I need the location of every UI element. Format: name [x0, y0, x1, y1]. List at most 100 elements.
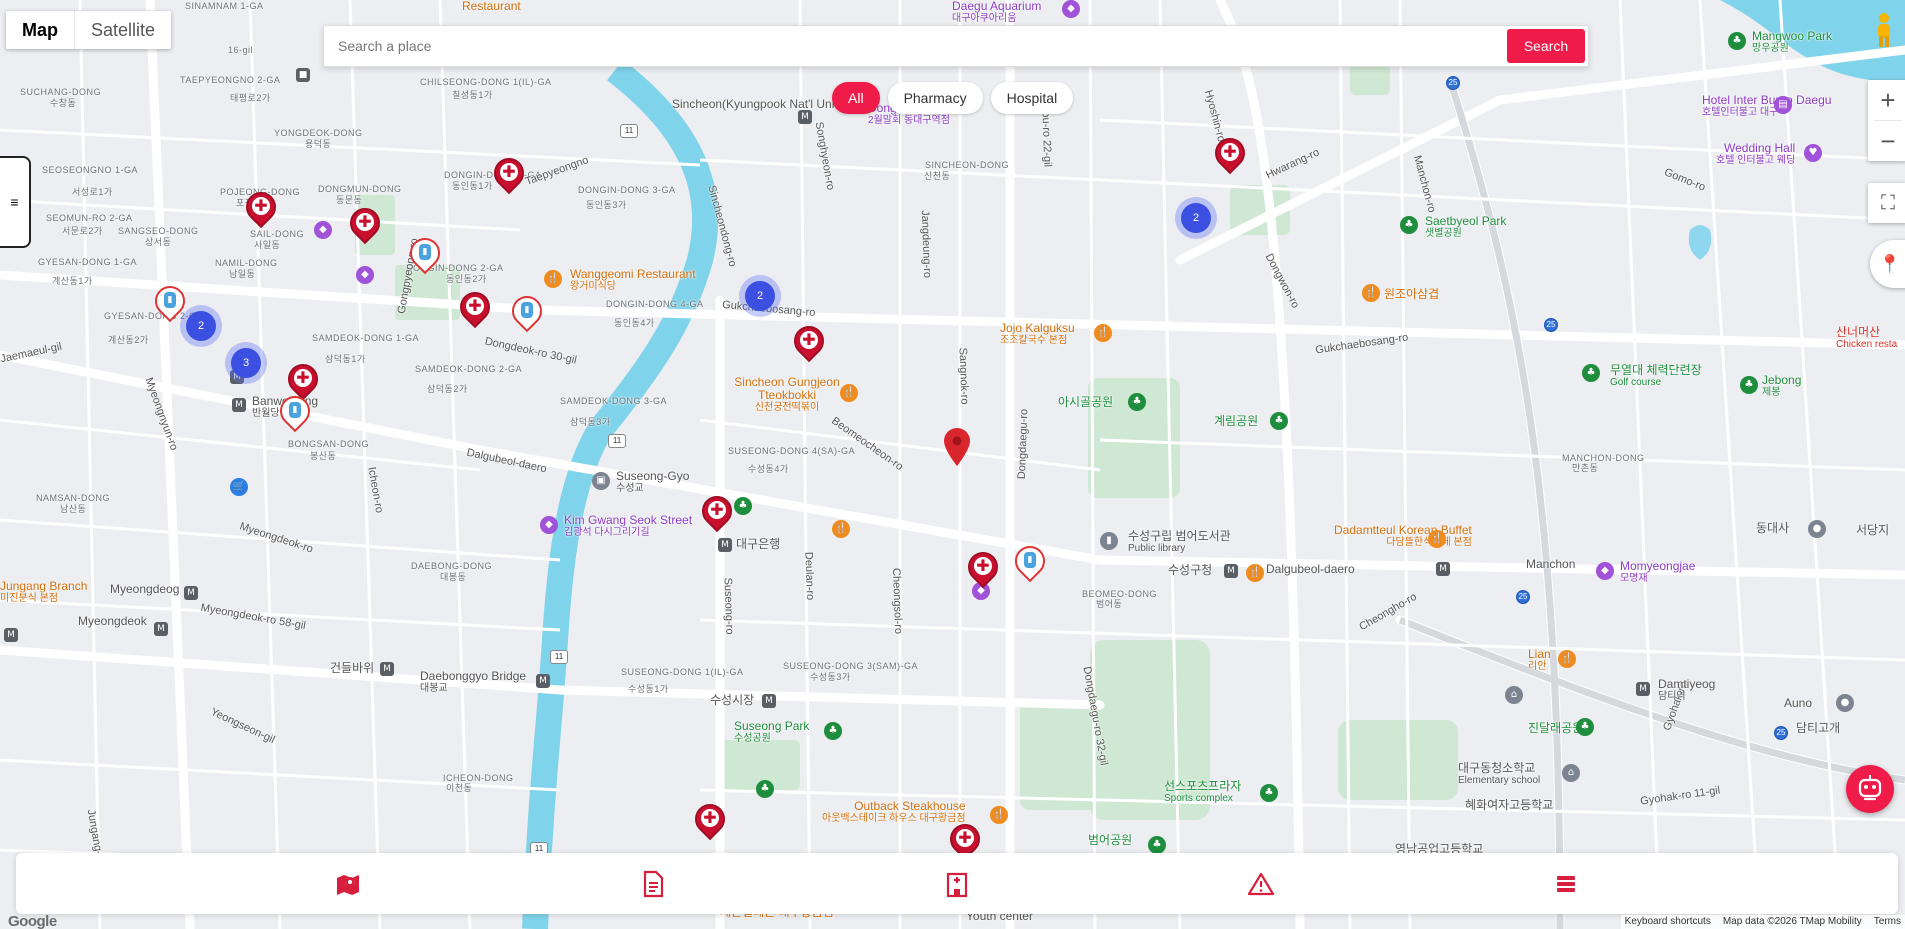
- zoom-in-button[interactable]: +: [1868, 80, 1905, 120]
- metro-icon[interactable]: M: [718, 538, 732, 552]
- poi-label[interactable]: Damtiyeog 담티역: [1658, 677, 1715, 702]
- metro-icon[interactable]: M: [762, 694, 776, 708]
- pharmacy-marker[interactable]: ▮: [1008, 539, 1052, 586]
- school-icon[interactable]: ⌂: [1562, 764, 1580, 782]
- metro-icon[interactable]: M: [536, 674, 550, 688]
- poi-label[interactable]: 진달래공원: [1528, 721, 1583, 735]
- poi-label[interactable]: 범어공원: [1088, 833, 1132, 847]
- poi-label[interactable]: 건들바위: [330, 661, 374, 675]
- park-icon[interactable]: ♣: [1400, 216, 1418, 234]
- hospital-marker[interactable]: ✚: [343, 201, 387, 248]
- terms-link[interactable]: Terms: [1874, 915, 1901, 929]
- restaurant-icon[interactable]: 🍴: [840, 384, 858, 402]
- bus-icon[interactable]: ■: [296, 68, 310, 82]
- pharmacy-marker[interactable]: ▮: [273, 389, 317, 436]
- poi-label[interactable]: Jungang Branch 미진분식 본점: [0, 579, 87, 604]
- metro-icon[interactable]: M: [1436, 562, 1450, 576]
- sidebar-toggle-button[interactable]: ≡: [0, 156, 31, 248]
- poi-label[interactable]: Daegu Aquarium 대구아쿠아리움: [952, 0, 1041, 24]
- restaurant-icon[interactable]: 🍴: [1428, 530, 1446, 548]
- nav-documents[interactable]: [623, 859, 683, 909]
- nav-map[interactable]: [318, 859, 378, 909]
- hospital-marker[interactable]: ✚: [695, 489, 739, 536]
- attraction-icon[interactable]: ◆: [356, 266, 374, 284]
- park-icon[interactable]: ♣: [734, 497, 752, 515]
- poi-label[interactable]: Daebonggyo Bridge 대봉교: [420, 669, 526, 694]
- park-icon[interactable]: ♣: [1582, 364, 1600, 382]
- metro-icon[interactable]: M: [1224, 564, 1238, 578]
- poi-label[interactable]: 서당지: [1856, 523, 1889, 537]
- poi-label[interactable]: 계림공원: [1214, 414, 1258, 428]
- marker-cluster[interactable]: 2: [186, 311, 216, 341]
- hospital-marker[interactable]: ✚: [239, 185, 283, 232]
- park-icon[interactable]: ♣: [824, 722, 842, 740]
- chatbot-button[interactable]: [1846, 765, 1894, 813]
- filter-pharmacy[interactable]: Pharmacy: [887, 82, 983, 114]
- poi-label[interactable]: 동대사: [1756, 521, 1789, 535]
- library-icon[interactable]: ▮: [1100, 532, 1118, 550]
- poi-label[interactable]: Dalgubeol-daero: [1266, 562, 1355, 576]
- restaurant-icon[interactable]: 🍴: [990, 806, 1008, 824]
- park-icon[interactable]: ♣: [1148, 836, 1166, 854]
- poi-label[interactable]: 대구동청소학교 Elementary school: [1458, 761, 1540, 786]
- poi-label[interactable]: 선스포츠프라자 Sports complex: [1164, 779, 1241, 804]
- poi-label[interactable]: 담티고개: [1796, 721, 1840, 735]
- park-icon[interactable]: ♣: [1128, 393, 1146, 411]
- park-icon[interactable]: ♣: [1576, 718, 1594, 736]
- filter-all[interactable]: All: [832, 82, 880, 114]
- poi-label[interactable]: Myeongdeog: [110, 582, 179, 596]
- poi-label[interactable]: 수성구청: [1168, 563, 1212, 577]
- hospital-marker[interactable]: ✚: [688, 797, 732, 844]
- poi-label[interactable]: Lian 리안: [1528, 647, 1551, 672]
- restaurant-icon[interactable]: 🍴: [1362, 284, 1380, 302]
- poi-label[interactable]: 원조아삼겹: [1384, 287, 1439, 301]
- poi-label[interactable]: 무열대 체력단련장 Golf course: [1610, 363, 1702, 388]
- pharmacy-marker[interactable]: ▮: [403, 231, 447, 278]
- metro-icon[interactable]: M: [154, 622, 168, 636]
- poi-label[interactable]: 수성시장: [710, 693, 754, 707]
- nav-hospitals[interactable]: [927, 859, 987, 909]
- school-icon[interactable]: ⌂: [1505, 686, 1523, 704]
- poi-label[interactable]: 혜화여자고등학교: [1465, 798, 1553, 812]
- zoom-out-button[interactable]: −: [1868, 121, 1905, 161]
- marker-cluster[interactable]: 2: [1181, 203, 1211, 233]
- restaurant-icon[interactable]: 🍴: [832, 520, 850, 538]
- attraction-icon[interactable]: ◆: [1596, 562, 1614, 580]
- poi-label[interactable]: 산너머산 Chicken resta: [1836, 325, 1897, 350]
- poi-label[interactable]: Mangwoo Park 망우공원: [1752, 29, 1832, 54]
- poi-label[interactable]: 수성구립 범어도서관 Public library: [1128, 529, 1231, 554]
- street-view-pegman-icon[interactable]: [1872, 12, 1896, 48]
- poi-label[interactable]: Jojo Kalguksu 조조칼국수 본점: [1000, 321, 1075, 346]
- metro-icon[interactable]: M: [1636, 682, 1650, 696]
- fullscreen-button[interactable]: ⛶: [1868, 183, 1905, 223]
- pharmacy-marker[interactable]: ▮: [505, 289, 549, 336]
- keyboard-shortcuts-link[interactable]: Keyboard shortcuts: [1625, 915, 1711, 929]
- metro-icon[interactable]: M: [798, 110, 812, 124]
- poi-label[interactable]: Suseong-Gyo 수성교: [616, 469, 689, 494]
- map-canvas[interactable]: SINAMNAM 1-GA 16-gil SUCHANG-DONG 수창동 TA…: [0, 0, 1905, 929]
- metro-icon[interactable]: M: [232, 398, 246, 412]
- restaurant-icon[interactable]: 🍴: [1246, 564, 1264, 582]
- metro-icon[interactable]: M: [4, 628, 18, 642]
- poi-label[interactable]: 아시골공원: [1058, 395, 1113, 409]
- poi-label[interactable]: Sincheon(Kyungpook Nat'l Univ): [672, 97, 844, 111]
- map-type-satellite-button[interactable]: Satellite: [75, 11, 171, 49]
- place-icon[interactable]: ●: [1836, 694, 1854, 712]
- bridge-icon[interactable]: ▣: [592, 472, 610, 490]
- park-icon[interactable]: ♣: [1260, 784, 1278, 802]
- park-icon[interactable]: ♣: [1270, 412, 1288, 430]
- restaurant-icon[interactable]: 🍴: [1094, 324, 1112, 342]
- metro-icon[interactable]: M: [380, 662, 394, 676]
- hospital-marker[interactable]: ✚: [961, 545, 1005, 592]
- poi-label[interactable]: Outback Steakhouse 아웃백스테이크 하우스 대구황금점: [822, 799, 966, 824]
- restaurant-icon[interactable]: 🍴: [1558, 650, 1576, 668]
- hospital-marker[interactable]: ✚: [487, 151, 531, 198]
- poi-label[interactable]: Restaurant: [462, 0, 521, 13]
- park-icon[interactable]: ♣: [1728, 32, 1746, 50]
- search-input[interactable]: [324, 26, 1504, 66]
- hospital-marker[interactable]: ✚: [787, 319, 831, 366]
- poi-label[interactable]: Wanggeomi Restaurant 왕거미식당: [570, 267, 696, 292]
- wedding-icon[interactable]: ♥: [1804, 144, 1822, 162]
- location-marker-icon[interactable]: [944, 428, 970, 466]
- poi-label[interactable]: 대구은행: [736, 537, 780, 551]
